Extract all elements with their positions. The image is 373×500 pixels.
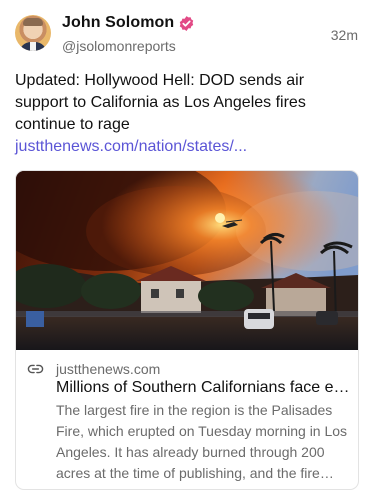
link-preview-card[interactable]: justthenews.com Millions of Southern Cal… — [15, 170, 359, 490]
card-image — [16, 171, 358, 350]
author-handle[interactable]: @jsolomonreports — [62, 38, 176, 54]
avatar-collar — [30, 42, 36, 51]
link-icon — [27, 364, 44, 374]
card-description: The largest fire in the region is the Pa… — [56, 402, 348, 481]
post-timestamp[interactable]: 32m — [331, 27, 358, 43]
card-title[interactable]: Millions of Southern Californians face e… — [56, 377, 352, 399]
post-text: Updated: Hollywood Hell: DOD sends air s… — [15, 70, 360, 158]
card-domain: justthenews.com — [56, 361, 161, 377]
author-name[interactable]: John Solomon — [62, 14, 174, 32]
avatar[interactable] — [15, 15, 51, 51]
post-link[interactable]: justthenews.com/nation/states/... — [15, 138, 247, 155]
post-text-body: Updated: Hollywood Hell: DOD sends air s… — [15, 72, 306, 133]
post: John Solomon @jsolomonreports 32m Update… — [0, 0, 373, 500]
verified-badge-icon — [179, 16, 194, 31]
avatar-hair — [23, 18, 43, 26]
